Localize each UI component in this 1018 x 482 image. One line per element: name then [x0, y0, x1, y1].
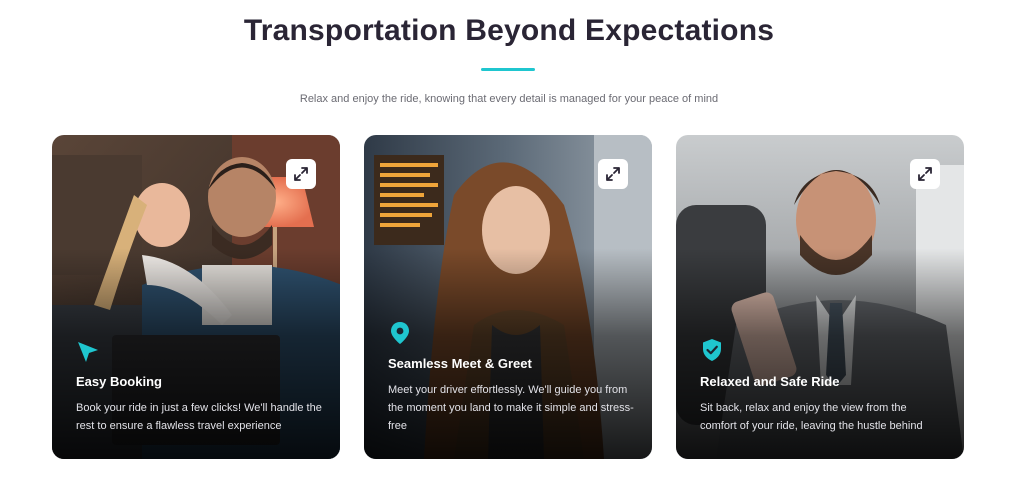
- card-title: Relaxed and Safe Ride: [700, 374, 840, 389]
- card-description: Meet your driver effortlessly. We'll gui…: [388, 384, 634, 432]
- card-description: Book your ride in just a few clicks! We'…: [76, 402, 322, 432]
- expand-arrows-icon: [918, 167, 932, 181]
- card-title: Seamless Meet & Greet: [388, 356, 532, 371]
- navigation-arrow-icon: [78, 342, 98, 362]
- expand-arrows-icon: [294, 167, 308, 181]
- expand-button[interactable]: [598, 159, 628, 189]
- shield-check-icon: [703, 339, 721, 361]
- expand-arrows-icon: [606, 167, 620, 181]
- feature-card-meet-greet[interactable]: Seamless Meet & Greet Meet your driver e…: [364, 135, 652, 459]
- feature-card-easy-booking[interactable]: Easy Booking Book your ride in just a fe…: [52, 135, 340, 459]
- heading-underline: [481, 68, 535, 71]
- section-subtitle: Relax and enjoy the ride, knowing that e…: [299, 93, 719, 105]
- card-description: Sit back, relax and enjoy the view from …: [700, 402, 923, 432]
- feature-card-safe-ride[interactable]: Relaxed and Safe Ride Sit back, relax an…: [676, 135, 964, 459]
- features-section: Transportation Beyond Expectations Relax…: [0, 0, 1018, 482]
- map-pin-icon: [391, 322, 409, 344]
- expand-button[interactable]: [910, 159, 940, 189]
- section-heading: Transportation Beyond Expectations: [243, 14, 775, 47]
- card-title: Easy Booking: [76, 374, 162, 389]
- expand-button[interactable]: [286, 159, 316, 189]
